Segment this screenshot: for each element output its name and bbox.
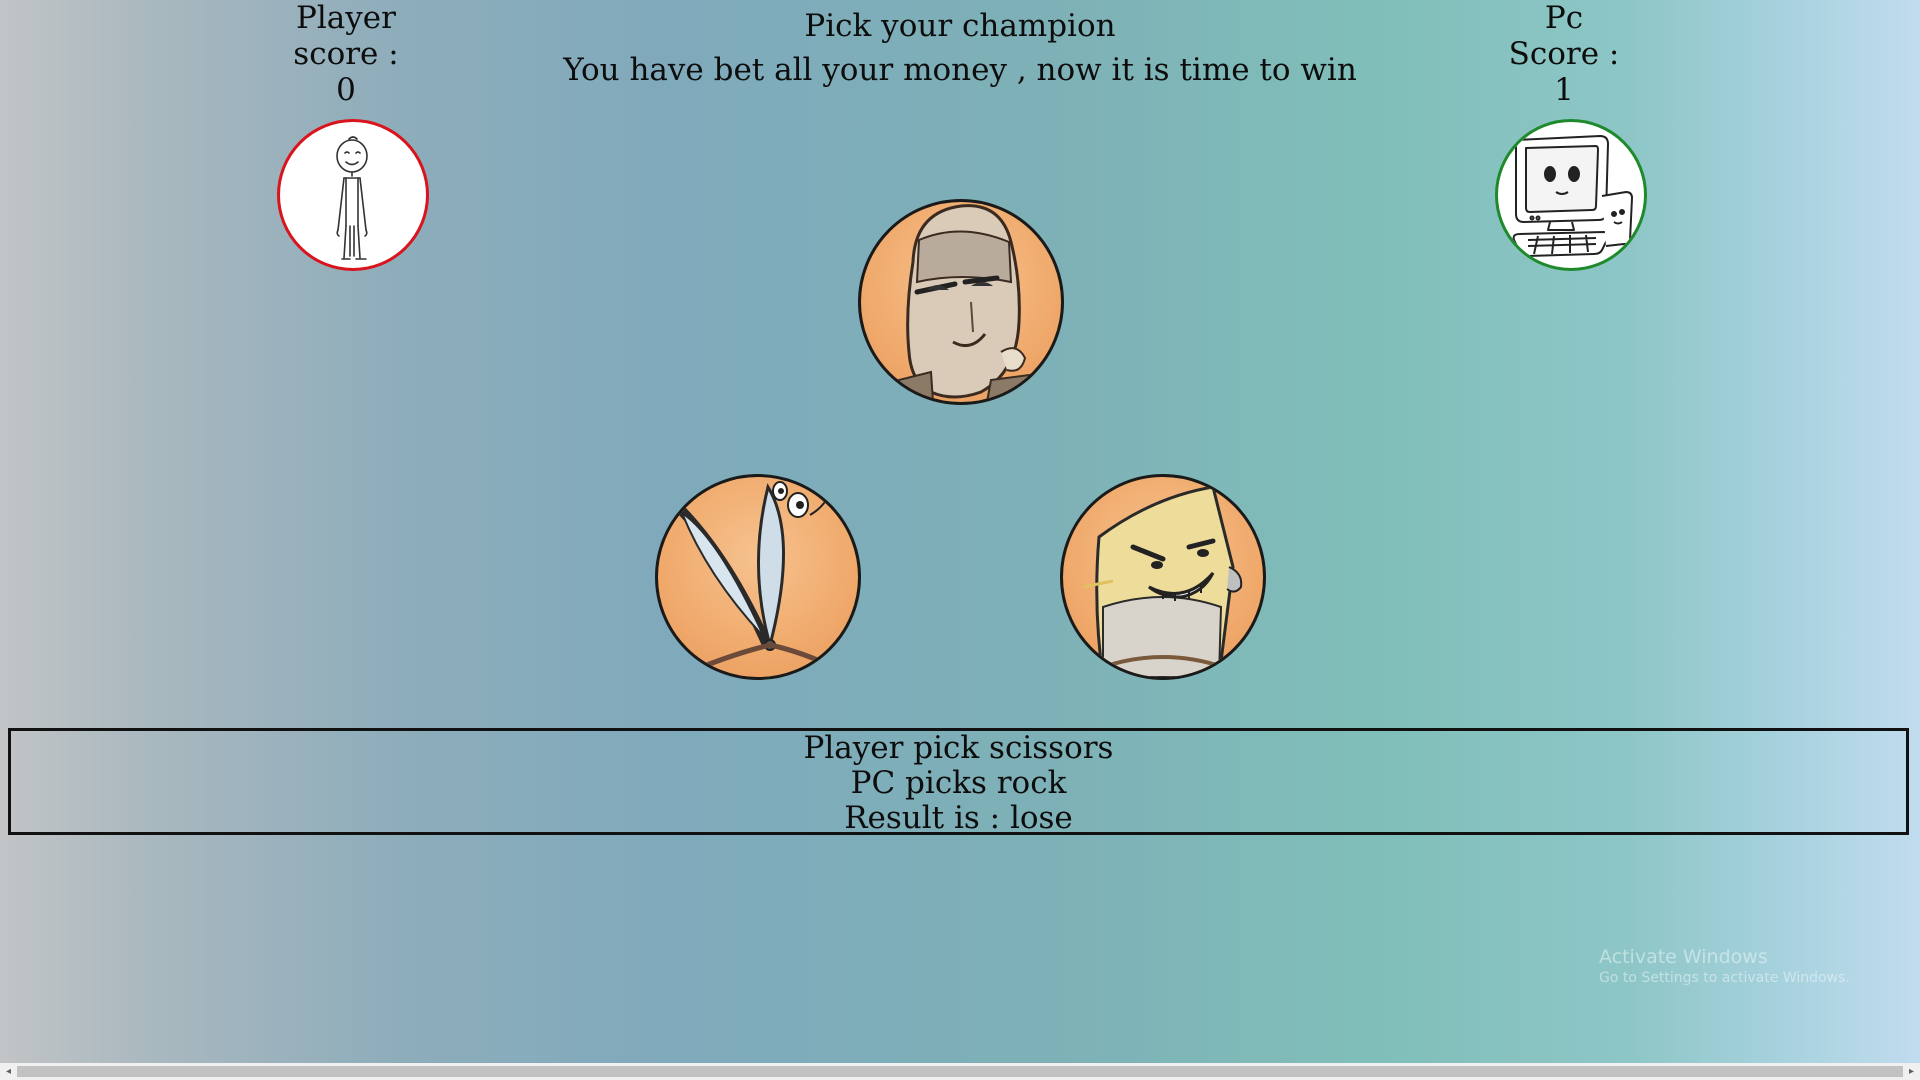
paper-character-icon (1082, 485, 1243, 677)
rock-choice-button[interactable] (858, 199, 1064, 405)
result-panel: Player pick scissors PC picks rock Resul… (8, 728, 1909, 836)
scissors-choice-button[interactable] (655, 474, 861, 680)
pc-score-label: Score : (1508, 36, 1620, 72)
stick-figure-icon (336, 136, 368, 260)
activate-windows-watermark: Activate Windows Go to Settings to activ… (1599, 945, 1850, 987)
watermark-subtitle: Go to Settings to activate Windows. (1599, 970, 1850, 986)
scissors-character-icon (674, 481, 856, 677)
player-pick-text: Player pick scissors (803, 730, 1114, 766)
pc-score-value: 1 (1554, 72, 1574, 108)
pc-label: Pc (1544, 0, 1584, 36)
pc-pick-text: PC picks rock (850, 765, 1067, 801)
paper-choice-button[interactable] (1060, 474, 1266, 680)
horizontal-scrollbar[interactable]: ◂ ▸ (0, 1063, 1920, 1080)
watermark-title: Activate Windows (1599, 946, 1768, 968)
scroll-left-arrow-icon[interactable]: ◂ (0, 1063, 17, 1080)
scrollbar-thumb[interactable] (17, 1066, 1903, 1077)
computer-character-icon (1512, 135, 1633, 257)
result-outcome-text: Result is : lose (844, 800, 1073, 836)
player-avatar (277, 119, 429, 271)
pc-avatar (1495, 119, 1647, 271)
pc-score-panel: Pc Score : 1 (1484, 0, 1644, 108)
rock-character-icon (879, 204, 1043, 402)
scroll-right-arrow-icon[interactable]: ▸ (1903, 1063, 1920, 1080)
